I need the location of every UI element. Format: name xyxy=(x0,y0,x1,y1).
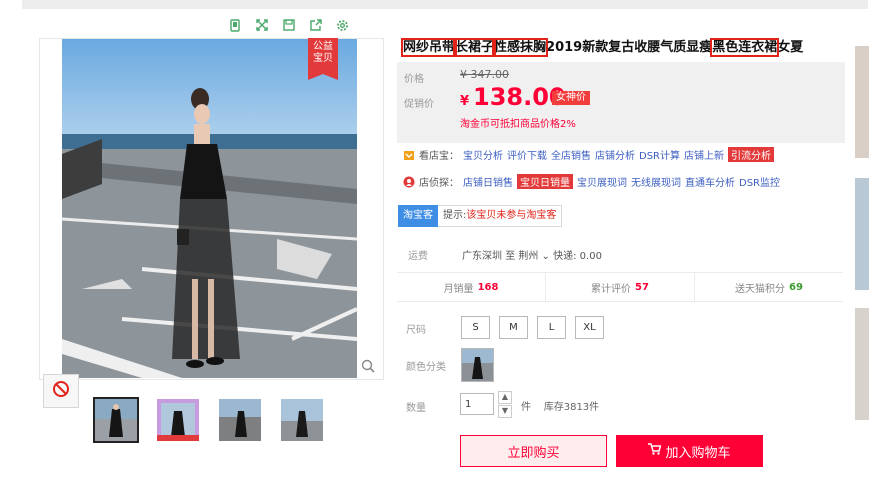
charity-badge: 公益 宝贝 xyxy=(308,38,338,80)
ship-to-word: 至 xyxy=(505,251,516,262)
hint-prefix: 提示: xyxy=(443,210,467,221)
share-icon[interactable] xyxy=(302,14,329,36)
tool-link[interactable]: 宝贝展现词 xyxy=(577,174,627,189)
tool-link[interactable]: DSR监控 xyxy=(739,174,780,189)
size-label: 尺码 xyxy=(406,325,426,336)
cart-icon xyxy=(648,443,662,459)
gear-icon[interactable] xyxy=(329,14,356,36)
title-highlight: 黑色连衣裙 xyxy=(710,38,780,57)
image-toolbar xyxy=(221,14,356,36)
thumbnail-list xyxy=(93,397,325,443)
stat-label: 送天猫积分 xyxy=(735,283,786,295)
tool-label: 看店宝： xyxy=(419,151,459,162)
orig-price-label: 价格 xyxy=(404,74,424,85)
stat-monthly-sales: 月销量 168 xyxy=(397,273,546,301)
zoom-icon[interactable] xyxy=(361,359,375,377)
price-tag: 女神价 xyxy=(552,91,590,105)
add-to-cart-button[interactable]: 加入购物车 xyxy=(616,435,763,467)
quantity-stepper: ▲ ▼ xyxy=(498,391,512,418)
hint-text: 该宝贝未参与淘宝客 xyxy=(466,210,557,221)
related-item-thumb[interactable] xyxy=(855,178,869,290)
color-swatch[interactable] xyxy=(461,348,494,382)
tool-link[interactable]: 直通车分析 xyxy=(685,174,735,189)
tool-link[interactable]: 店铺分析 xyxy=(595,147,635,162)
chevron-down-icon: ⌄ xyxy=(538,251,554,262)
detective-icon xyxy=(403,176,415,188)
shipping-row: 运费 广东深圳 至 荆州 ⌄ 快递: 0.00 xyxy=(408,247,602,262)
orig-price: ¥ 347.00 xyxy=(460,68,509,81)
increase-button[interactable]: ▲ xyxy=(498,391,512,404)
ship-dest: 荆州 xyxy=(518,251,539,262)
thumbnail[interactable] xyxy=(279,397,325,443)
top-banner-strip xyxy=(22,0,868,9)
currency-symbol: ¥ xyxy=(460,94,470,109)
diantantan-row: 店侦探： 店铺日销售 宝贝日销量 宝贝展现词 无线展现词 直通车分析 DSR监控 xyxy=(403,174,780,189)
taoke-hint: 提示:该宝贝未参与淘宝客 xyxy=(438,205,563,227)
qty-label: 数量 xyxy=(406,403,426,414)
stat-value: 168 xyxy=(477,281,499,293)
title-highlight: 性感抹胸 xyxy=(492,38,549,57)
taoke-box: 淘宝客 提示:该宝贝未参与淘宝客 xyxy=(398,205,563,227)
stat-points: 送天猫积分 69 xyxy=(695,273,843,301)
promo-price-label: 促销价 xyxy=(404,99,434,110)
tool-link[interactable]: 店铺上新 xyxy=(684,147,724,162)
thumbnail[interactable] xyxy=(217,397,263,443)
shipping-info: 广东深圳 至 荆州 ⌄ 快递: 0.00 xyxy=(462,247,602,262)
related-item-thumb[interactable] xyxy=(855,308,869,420)
size-option[interactable]: XL xyxy=(575,316,604,339)
stat-value: 69 xyxy=(789,281,803,293)
size-options: S M L XL xyxy=(461,316,604,339)
stats-row: 月销量 168 累计评价 57 送天猫积分 69 xyxy=(397,272,843,302)
shipping-label: 运费 xyxy=(408,251,428,262)
save-icon[interactable] xyxy=(275,14,302,36)
title-text: 2019新款复古收腰气质显瘦 xyxy=(546,40,713,55)
quantity-input[interactable]: 1 xyxy=(460,393,494,415)
title-highlight: 长裙子 xyxy=(453,38,497,57)
kandianbao-row: 看店宝： 宝贝分析 评价下载 全店销售 店铺分析 DSR计算 店铺上新 引流分析 xyxy=(403,147,774,162)
color-label: 颜色分类 xyxy=(406,362,446,373)
block-button[interactable] xyxy=(43,374,79,408)
traffic-analysis-button[interactable]: 引流分析 xyxy=(728,147,774,162)
tool-link[interactable]: 全店销售 xyxy=(551,147,591,162)
ship-from: 广东深圳 xyxy=(462,251,502,262)
size-option[interactable]: M xyxy=(499,316,528,339)
badge-line2: 宝贝 xyxy=(313,53,333,64)
ship-fee: 快递: 0.00 xyxy=(553,251,602,262)
stat-label: 月销量 xyxy=(443,283,474,295)
tool-link[interactable]: 无线展现词 xyxy=(631,174,681,189)
stat-label: 累计评价 xyxy=(591,283,632,295)
add-to-cart-label: 加入购物车 xyxy=(665,445,731,461)
phone-icon[interactable] xyxy=(221,14,248,36)
taoke-badge[interactable]: 淘宝客 xyxy=(398,205,438,227)
qty-unit: 件 xyxy=(521,402,531,413)
size-option[interactable]: L xyxy=(537,316,566,339)
decrease-button[interactable]: ▼ xyxy=(498,405,512,418)
tool-link[interactable]: 店铺日销售 xyxy=(463,174,513,189)
tool-label: 店侦探： xyxy=(419,178,459,189)
coin-note: 淘金币可抵扣商品价格2% xyxy=(460,119,576,130)
qty-unit-stock: 件 库存3813件 xyxy=(521,398,599,413)
buy-now-button[interactable]: 立即购买 xyxy=(460,435,607,467)
stat-value: 57 xyxy=(635,281,649,293)
stat-reviews[interactable]: 累计评价 57 xyxy=(546,273,695,301)
stock-count: 库存3813件 xyxy=(543,402,600,413)
prohibited-icon xyxy=(52,380,70,402)
related-item-thumb[interactable] xyxy=(855,46,869,158)
ship-dest-select[interactable]: 荆州 ⌄ xyxy=(518,251,553,262)
badge-line1: 公益 xyxy=(313,41,333,52)
size-option[interactable]: S xyxy=(461,316,490,339)
tool-link[interactable]: 评价下载 xyxy=(507,147,547,162)
thumbnail[interactable] xyxy=(93,397,139,443)
tool-link[interactable]: 宝贝分析 xyxy=(463,147,503,162)
title-highlight: 网纱吊带 xyxy=(400,38,458,57)
main-product-image[interactable] xyxy=(62,39,357,378)
title-text: 女夏 xyxy=(777,40,804,55)
product-title: 网纱吊带长裙子性感抹胸2019新款复古收腰气质显瘦黑色连衣裙女夏 xyxy=(400,36,804,57)
tool-link[interactable]: DSR计算 xyxy=(639,147,680,162)
shop-tool-icon xyxy=(403,149,415,161)
expand-icon[interactable] xyxy=(248,14,275,36)
thumbnail[interactable] xyxy=(155,397,201,443)
daily-sales-button[interactable]: 宝贝日销量 xyxy=(517,174,573,189)
